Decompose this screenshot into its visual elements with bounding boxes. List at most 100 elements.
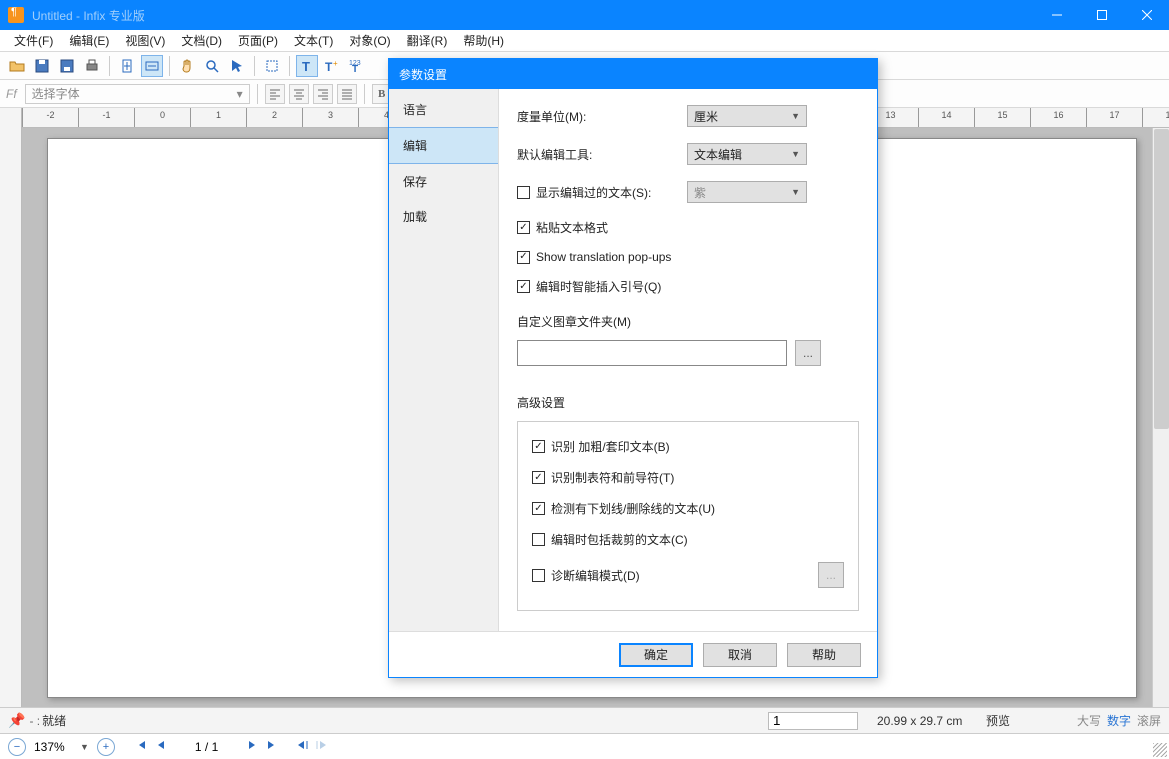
smart-quotes-label: 编辑时智能插入引号(Q) xyxy=(536,278,661,295)
text-number-tool[interactable]: 123T xyxy=(346,55,368,77)
cancel-button[interactable]: 取消 xyxy=(703,643,777,667)
fit-width-button[interactable] xyxy=(141,55,163,77)
svg-text:+: + xyxy=(333,59,338,68)
save-as-button[interactable] xyxy=(56,55,78,77)
font-selector[interactable]: 选择字体 ▾ xyxy=(25,84,250,104)
open-button[interactable] xyxy=(6,55,28,77)
detect-bold-checkbox[interactable] xyxy=(532,440,545,453)
prev-page-button[interactable] xyxy=(155,739,167,754)
next-view-button[interactable] xyxy=(316,739,328,754)
help-button[interactable]: 帮助 xyxy=(787,643,861,667)
svg-text:T: T xyxy=(352,64,358,74)
vertical-scrollbar[interactable] xyxy=(1152,128,1169,707)
text-tool[interactable]: T xyxy=(296,55,318,77)
text-plus-tool[interactable]: T+ xyxy=(321,55,343,77)
scroll-indicator: 滚屏 xyxy=(1137,712,1161,729)
vertical-ruler xyxy=(0,108,22,707)
maximize-button[interactable] xyxy=(1079,0,1124,30)
show-edited-checkbox[interactable] xyxy=(517,186,530,199)
menu-edit[interactable]: 编辑(E) xyxy=(61,30,117,51)
menu-text[interactable]: 文本(T) xyxy=(286,30,341,51)
fit-page-button[interactable] xyxy=(116,55,138,77)
align-center-button[interactable] xyxy=(289,84,309,104)
font-icon: Ff xyxy=(6,87,17,101)
include-clipped-checkbox[interactable] xyxy=(532,533,545,546)
hand-tool[interactable] xyxy=(176,55,198,77)
resize-grip[interactable] xyxy=(1153,743,1167,757)
minimize-button[interactable] xyxy=(1034,0,1079,30)
prev-view-button[interactable] xyxy=(296,739,308,754)
tab-saving[interactable]: 保存 xyxy=(389,164,498,199)
window-title: Untitled - Infix 专业版 xyxy=(32,7,1034,24)
detect-underline-label: 检测有下划线/删除线的文本(U) xyxy=(551,500,715,517)
tab-loading[interactable]: 加载 xyxy=(389,199,498,234)
tool-label: 默认编辑工具: xyxy=(517,146,687,163)
align-left-button[interactable] xyxy=(265,84,285,104)
menu-file[interactable]: 文件(F) xyxy=(6,30,61,51)
pin-icon[interactable]: 📌 xyxy=(8,712,25,729)
crop-tool[interactable] xyxy=(261,55,283,77)
svg-text:T: T xyxy=(302,59,310,74)
caps-indicator: 大写 xyxy=(1077,712,1101,729)
smart-quotes-checkbox[interactable] xyxy=(517,280,530,293)
paste-format-label: 粘贴文本格式 xyxy=(536,219,608,236)
preview-label[interactable]: 预览 xyxy=(986,712,1010,729)
translation-popups-label: Show translation pop-ups xyxy=(536,250,671,264)
menu-view[interactable]: 视图(V) xyxy=(117,30,173,51)
save-button[interactable] xyxy=(31,55,53,77)
tool-select[interactable]: 文本编辑▼ xyxy=(687,143,807,165)
pointer-tool[interactable] xyxy=(226,55,248,77)
unit-label: 度量单位(M): xyxy=(517,108,687,125)
align-justify-button[interactable] xyxy=(337,84,357,104)
next-page-button[interactable] xyxy=(246,739,258,754)
preferences-dialog: 参数设置 语言 编辑 保存 加载 度量单位(M): 厘米▼ 默认编辑工具: 文本… xyxy=(388,58,878,678)
align-right-button[interactable] xyxy=(313,84,333,104)
stamp-folder-input[interactable] xyxy=(517,340,787,366)
translation-popups-checkbox[interactable] xyxy=(517,251,530,264)
menu-help[interactable]: 帮助(H) xyxy=(455,30,512,51)
first-page-button[interactable] xyxy=(135,739,147,754)
zoom-value[interactable]: 137% xyxy=(34,740,72,754)
detect-underline-checkbox[interactable] xyxy=(532,502,545,515)
paste-format-checkbox[interactable] xyxy=(517,221,530,234)
tab-language[interactable]: 语言 xyxy=(389,92,498,127)
font-placeholder: 选择字体 xyxy=(32,85,80,102)
zoom-in-button[interactable]: + xyxy=(97,738,115,756)
num-indicator: 数字 xyxy=(1107,712,1131,729)
menu-document[interactable]: 文档(D) xyxy=(173,30,230,51)
diagnostic-mode-label: 诊断编辑模式(D) xyxy=(551,567,640,584)
close-button[interactable] xyxy=(1124,0,1169,30)
stamp-folder-label: 自定义图章文件夹(M) xyxy=(517,313,859,330)
tab-editing[interactable]: 编辑 xyxy=(389,127,498,164)
diagnostic-options-button: ... xyxy=(818,562,844,588)
page-indicator[interactable]: 1 / 1 xyxy=(195,740,218,754)
menu-page[interactable]: 页面(P) xyxy=(230,30,286,51)
page-number-field[interactable] xyxy=(768,712,858,730)
dialog-nav: 语言 编辑 保存 加载 xyxy=(389,89,499,631)
show-edited-label: 显示编辑过的文本(S): xyxy=(536,184,651,201)
last-page-button[interactable] xyxy=(266,739,278,754)
window-controls xyxy=(1034,0,1169,30)
page-nav: 1 / 1 xyxy=(135,739,328,754)
diagnostic-mode-checkbox[interactable] xyxy=(532,569,545,582)
page-dimensions: 20.99 x 29.7 cm xyxy=(877,714,977,728)
navigation-bar: − 137% ▼ + 1 / 1 xyxy=(0,733,1169,759)
menu-translate[interactable]: 翻译(R) xyxy=(399,30,456,51)
scrollbar-thumb[interactable] xyxy=(1154,129,1169,429)
unit-select[interactable]: 厘米▼ xyxy=(687,105,807,127)
status-ready: 就绪 xyxy=(42,712,66,729)
print-button[interactable] xyxy=(81,55,103,77)
browse-button[interactable]: ... xyxy=(795,340,821,366)
chevron-down-icon: ▼ xyxy=(791,187,800,197)
menu-object[interactable]: 对象(O) xyxy=(341,30,398,51)
svg-text:T: T xyxy=(325,60,333,74)
show-edited-color-select: 紫▼ xyxy=(687,181,807,203)
zoom-out-button[interactable]: − xyxy=(8,738,26,756)
dialog-title: 参数设置 xyxy=(389,59,877,89)
titlebar: Untitled - Infix 专业版 xyxy=(0,0,1169,30)
menubar: 文件(F) 编辑(E) 视图(V) 文档(D) 页面(P) 文本(T) 对象(O… xyxy=(0,30,1169,52)
chevron-down-icon[interactable]: ▼ xyxy=(80,742,89,752)
ok-button[interactable]: 确定 xyxy=(619,643,693,667)
detect-tabs-checkbox[interactable] xyxy=(532,471,545,484)
zoom-tool[interactable] xyxy=(201,55,223,77)
